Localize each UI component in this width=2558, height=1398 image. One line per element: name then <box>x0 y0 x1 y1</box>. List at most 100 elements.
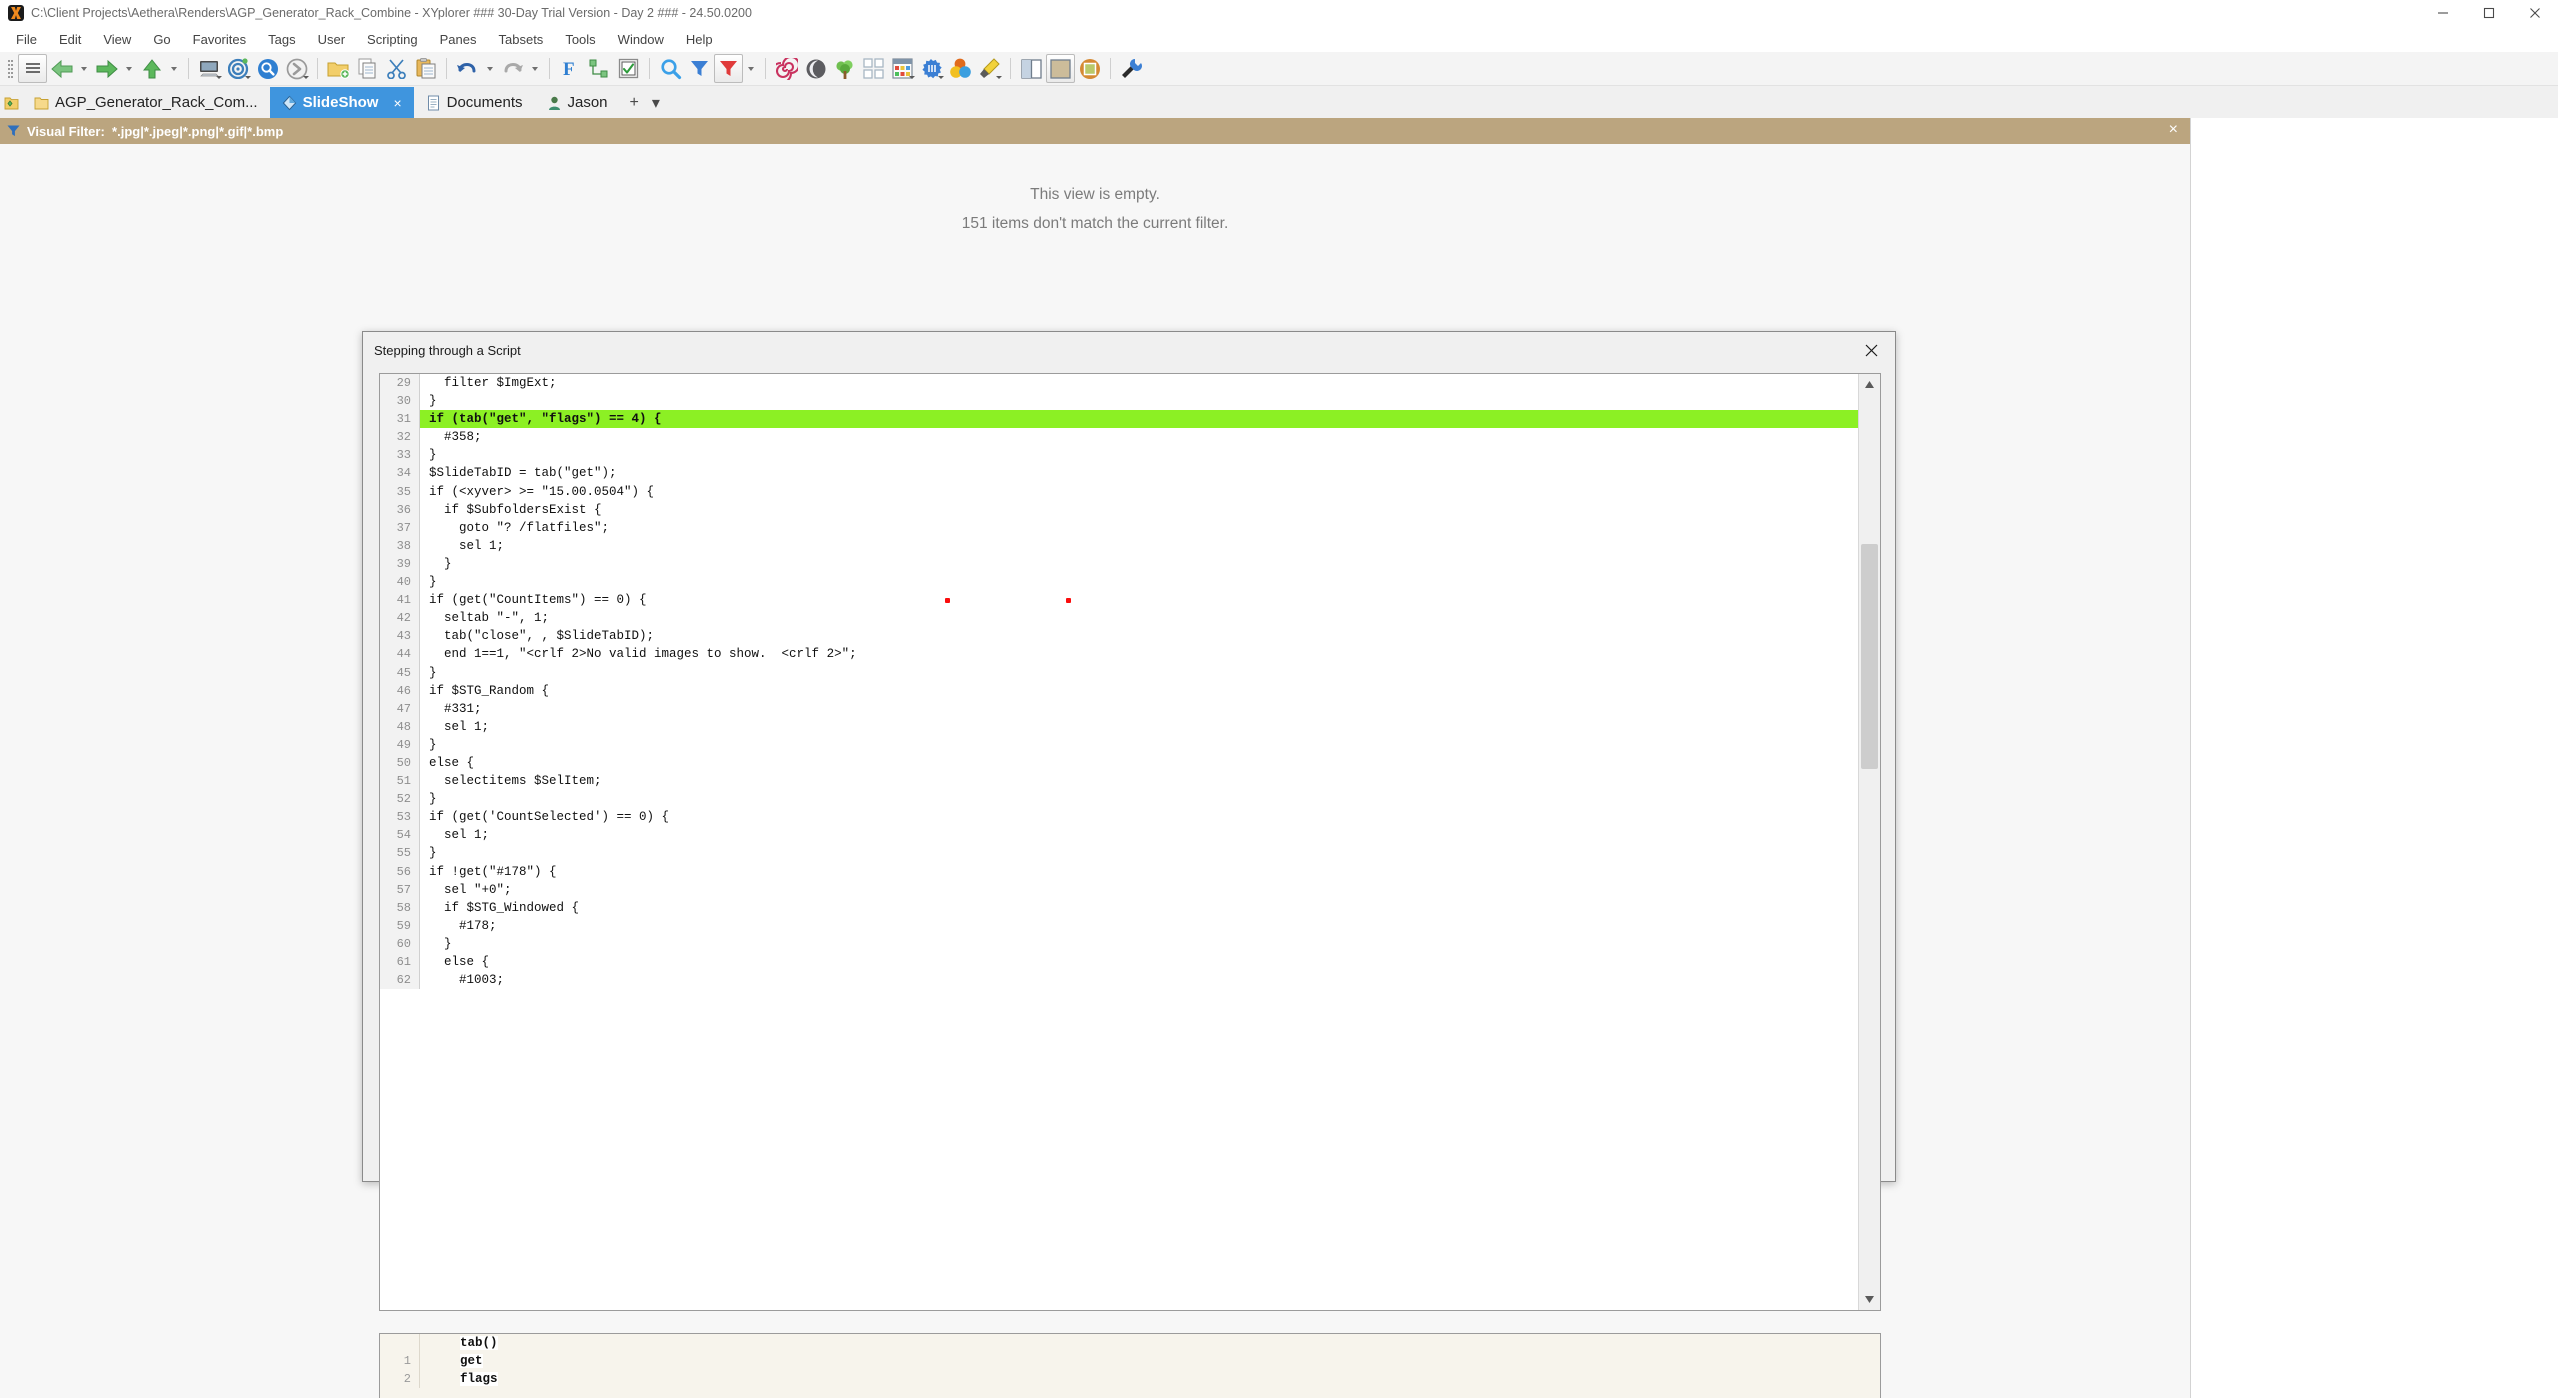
code-line[interactable]: 41 if (get("CountItems") == 0) { <box>380 591 1858 610</box>
code-line[interactable]: 40} <box>380 573 1858 592</box>
menu-file[interactable]: File <box>5 29 48 50</box>
script-watch-panel[interactable]: tab() 1 get 2 flags <box>379 1333 1881 1398</box>
menu-panes[interactable]: Panes <box>429 29 488 50</box>
tag-icon[interactable] <box>917 54 946 83</box>
code-line[interactable]: 34 $SlideTabID = tab("get"); <box>380 464 1858 483</box>
code-line[interactable]: 49} <box>380 735 1858 754</box>
highlighter-icon[interactable] <box>975 54 1004 83</box>
menu-lines-icon[interactable] <box>18 54 47 83</box>
menu-tabsets[interactable]: Tabsets <box>488 29 555 50</box>
code-line[interactable]: 62 #1003; <box>380 971 1858 990</box>
preview-pane-icon[interactable] <box>1075 54 1104 83</box>
menu-go[interactable]: Go <box>142 29 181 50</box>
code-line[interactable]: 42 seltab "-", 1; <box>380 609 1858 628</box>
code-line[interactable]: 37 goto "? /flatfiles"; <box>380 518 1858 537</box>
watch-line[interactable]: 2 flags <box>380 1370 1880 1389</box>
tab-documents[interactable]: Documents <box>413 87 535 118</box>
code-line[interactable]: 50 else { <box>380 753 1858 773</box>
code-line[interactable]: 55} <box>380 844 1858 863</box>
undo-dropdown-caret[interactable] <box>482 54 498 83</box>
code-line[interactable]: 53 if (get('CountSelected') == 0) { <box>380 808 1858 827</box>
target-hotlist-icon[interactable] <box>224 54 253 83</box>
menu-tags[interactable]: Tags <box>257 29 306 50</box>
minimize-button[interactable] <box>2420 0 2466 26</box>
redo-dropdown-caret[interactable] <box>527 54 543 83</box>
menu-window[interactable]: Window <box>607 29 675 50</box>
tab-jason[interactable]: Jason <box>534 87 620 118</box>
code-line[interactable]: 43 tab("close", , $SlideTabID); <box>380 627 1858 646</box>
menu-edit[interactable]: Edit <box>48 29 92 50</box>
scroll-up-arrow-icon[interactable] <box>1859 374 1880 395</box>
find-files-icon[interactable] <box>253 54 282 83</box>
code-line[interactable]: 31 if (tab("get", "flags") == 4) { <box>380 410 1858 429</box>
code-scrollbar-thumb[interactable] <box>1861 544 1878 769</box>
copy-icon[interactable] <box>353 54 382 83</box>
cut-icon[interactable] <box>382 54 411 83</box>
configuration-icon[interactable] <box>1117 54 1146 83</box>
code-line[interactable]: 39 } <box>380 554 1858 574</box>
visual-filter-close-icon[interactable]: × <box>2169 122 2178 138</box>
spiral-icon[interactable] <box>772 54 801 83</box>
forward-icon[interactable] <box>92 54 121 83</box>
add-tab-button[interactable]: + <box>630 94 639 112</box>
single-pane-icon[interactable] <box>1046 54 1075 83</box>
night-mode-icon[interactable] <box>801 54 830 83</box>
up-icon[interactable] <box>137 54 166 83</box>
restore-button[interactable] <box>2466 0 2512 26</box>
code-line[interactable]: 51 selectitems $SelItem; <box>380 772 1858 791</box>
code-line[interactable]: 47 #331; <box>380 699 1858 718</box>
code-line[interactable]: 45} <box>380 663 1858 682</box>
back-dropdown-caret[interactable] <box>76 54 92 83</box>
code-line[interactable]: 59 #178; <box>380 916 1858 935</box>
script-code-viewer[interactable]: 29 filter $ImgExt; 30} 31 if (tab("get", "f… <box>379 373 1881 1311</box>
paste-icon[interactable] <box>411 54 440 83</box>
scroll-down-arrow-icon[interactable] <box>1859 1289 1880 1310</box>
new-folder-icon[interactable] <box>324 54 353 83</box>
code-line[interactable]: 29 filter $ImgExt; <box>380 374 1858 393</box>
color-filters-icon[interactable] <box>946 54 975 83</box>
code-line[interactable]: 57 sel "+0"; <box>380 880 1858 899</box>
code-line[interactable]: 48 sel 1; <box>380 717 1858 736</box>
tab-agp-generator-rack-combine[interactable]: AGP_Generator_Rack_Com... <box>22 87 270 118</box>
code-line[interactable]: 33} <box>380 446 1858 465</box>
tab-close-icon[interactable]: × <box>393 95 401 111</box>
report-view-icon[interactable] <box>888 54 917 83</box>
handle-grip-icon[interactable] <box>2 54 18 83</box>
checkbox-select-icon[interactable] <box>614 54 643 83</box>
filter-icon[interactable] <box>685 54 714 83</box>
thumbnails-icon[interactable] <box>859 54 888 83</box>
back-icon[interactable] <box>47 54 76 83</box>
code-line[interactable]: 46 if $STG_Random { <box>380 681 1858 700</box>
code-line[interactable]: 60 } <box>380 934 1858 953</box>
tab-list-dropdown-icon[interactable]: ▾ <box>652 93 660 113</box>
dialog-close-icon[interactable] <box>1848 332 1895 368</box>
dual-pane-icon[interactable] <box>1017 54 1046 83</box>
menu-scripting[interactable]: Scripting <box>356 29 429 50</box>
code-vertical-scrollbar[interactable] <box>1858 374 1880 1310</box>
code-line[interactable]: 44 end 1==1, "<crlf 2>No valid images to… <box>380 645 1858 664</box>
menu-favorites[interactable]: Favorites <box>182 29 257 50</box>
desktop-icon[interactable] <box>195 54 224 83</box>
visual-filter-dropdown-caret[interactable] <box>743 54 759 83</box>
code-line[interactable]: 56 if !get("#178") { <box>380 862 1858 881</box>
code-line[interactable]: 52} <box>380 790 1858 809</box>
forward-dropdown-caret[interactable] <box>121 54 137 83</box>
tree-icon[interactable] <box>830 54 859 83</box>
search-icon[interactable] <box>656 54 685 83</box>
branch-view-icon[interactable] <box>585 54 614 83</box>
watch-line[interactable]: 1 get <box>380 1352 1880 1371</box>
go-to-icon[interactable] <box>282 54 311 83</box>
tabset-indicator-icon[interactable] <box>0 87 22 118</box>
undo-icon[interactable] <box>453 54 482 83</box>
code-line[interactable]: 58 if $STG_Windowed { <box>380 898 1858 917</box>
menu-user[interactable]: User <box>307 29 356 50</box>
tab-slideshow[interactable]: SlideShow × <box>269 87 414 118</box>
code-line[interactable]: 35 if (<xyver> >= "15.00.0504") { <box>380 482 1858 501</box>
menu-view[interactable]: View <box>92 29 142 50</box>
redo-icon[interactable] <box>498 54 527 83</box>
menu-tools[interactable]: Tools <box>554 29 606 50</box>
code-line[interactable]: 36 if $SubfoldersExist { <box>380 500 1858 519</box>
right-side-pane[interactable] <box>2190 118 2558 1398</box>
code-line[interactable]: 61 else { <box>380 953 1858 972</box>
visual-filter-icon[interactable] <box>714 54 743 83</box>
